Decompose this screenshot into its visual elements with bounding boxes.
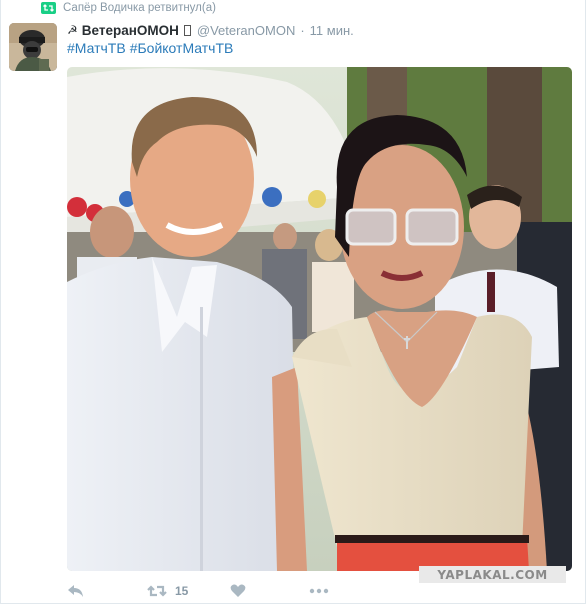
watermark: YAPLAKAL.COM (419, 566, 566, 583)
tweet-photo[interactable] (67, 67, 572, 571)
retweet-icon (41, 2, 56, 14)
separator-dot: · (300, 22, 305, 38)
retweet-icon (147, 585, 167, 597)
hashtag-link[interactable]: #БойкотМатчТВ (130, 40, 234, 56)
hammer-sickle-icon: ☭ (67, 23, 78, 37)
tweet-timestamp[interactable]: 11 мин. (310, 23, 354, 38)
retweet-button[interactable]: 15 (147, 584, 188, 598)
missing-glyph-icon (183, 24, 191, 36)
retweet-count: 15 (175, 584, 189, 598)
tweet-text: #МатчТВ #БойкотМатчТВ (67, 40, 237, 56)
tweet-header: ☭ ВетеранОМОН @VeteranOMON · 11 мин. (67, 21, 354, 39)
author-name[interactable]: ВетеранОМОН (82, 23, 179, 38)
retweet-context-text[interactable]: Сапёр Водичка ретвитнул(а) (63, 2, 216, 14)
like-button[interactable] (230, 584, 246, 598)
tweet-card[interactable]: Сапёр Водичка ретвитнул(а) ☭ ВетеранОМОН… (0, 0, 586, 604)
heart-icon (230, 584, 246, 597)
author-handle[interactable]: @VeteranOMON (197, 23, 295, 38)
more-icon (310, 588, 329, 594)
more-button[interactable] (309, 588, 329, 594)
avatar[interactable] (9, 23, 57, 71)
hashtag-link[interactable]: #МатчТВ (67, 40, 126, 56)
reply-button[interactable] (67, 584, 85, 598)
tweet-actions: 15 (67, 582, 329, 600)
reply-icon (68, 585, 83, 597)
retweet-context: Сапёр Водичка ретвитнул(а) (41, 1, 216, 15)
